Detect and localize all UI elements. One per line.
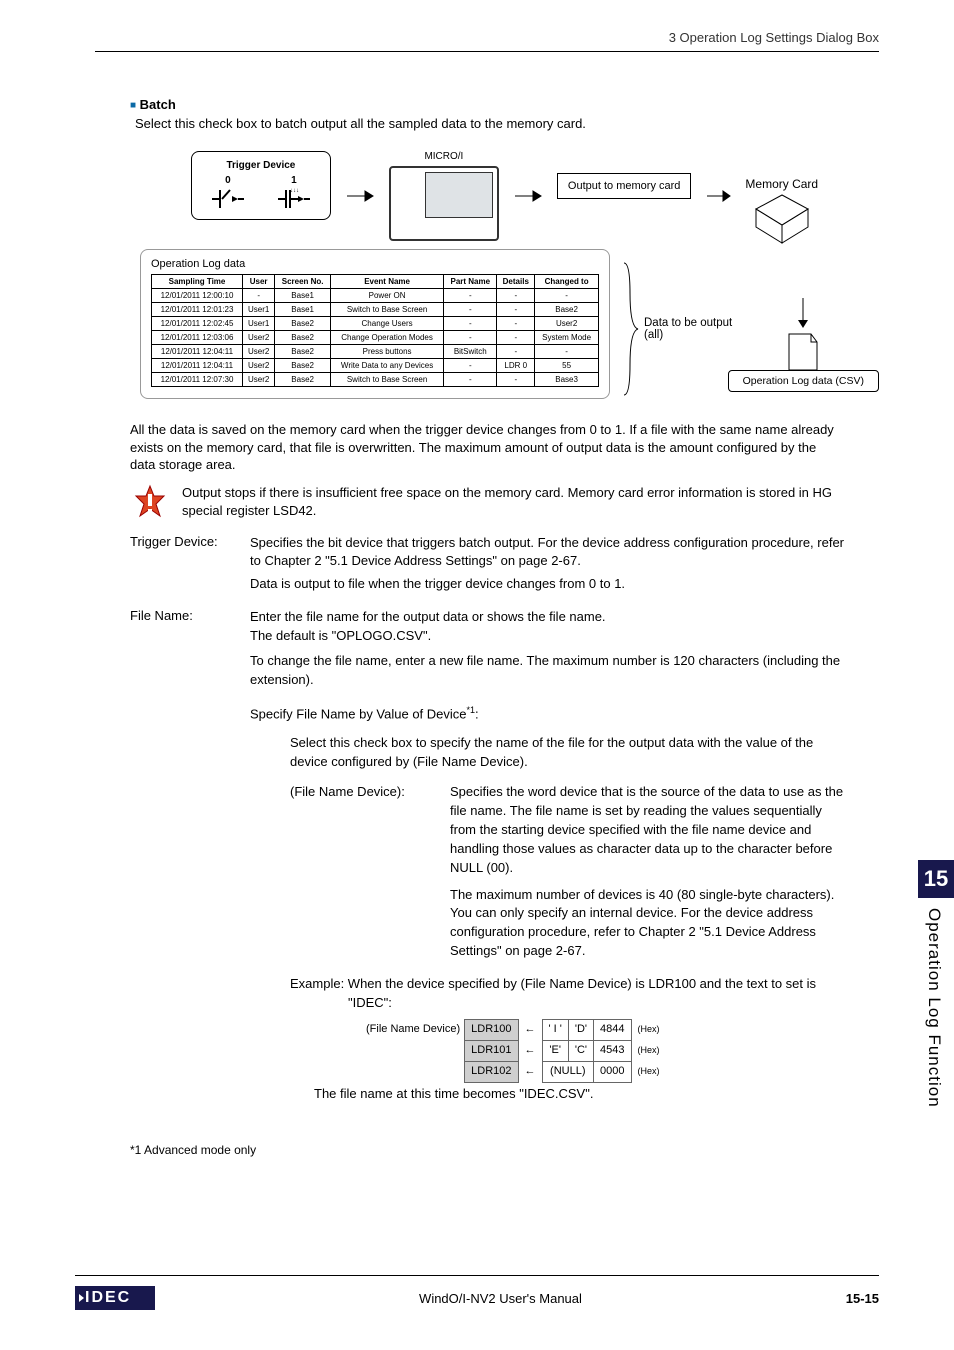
file-name-label: File Name: (130, 608, 250, 1103)
page-header: 3 Operation Log Settings Dialog Box (95, 30, 879, 52)
table-header: Part Name (444, 275, 497, 289)
brace-icon (620, 259, 640, 399)
arrow-icon (345, 151, 375, 241)
table-header: Sampling Time (152, 275, 243, 289)
table-row: LDR102←(NULL)0000(Hex) (360, 1061, 666, 1082)
hex-table: (File Name Device)LDR100←' I ''D'4844(He… (360, 1019, 666, 1083)
csv-box: Operation Log data (CSV) (728, 370, 879, 392)
memory-card-label: Memory Card (745, 177, 818, 191)
table-row: 12/01/2011 12:02:45User1Base2Change User… (152, 317, 599, 331)
idec-logo: IDEC (75, 1286, 155, 1310)
file-name-device-label: (File Name Device): (290, 783, 450, 961)
table-row: 12/01/2011 12:04:11User2Base2Press butto… (152, 345, 599, 359)
file-name-device-body2: The maximum number of devices is 40 (80 … (450, 886, 844, 961)
trigger-device-title: Trigger Device (210, 160, 312, 171)
memory-card-icon (750, 191, 814, 251)
batch-heading: ■ Batch (130, 97, 879, 112)
specify-by-device-head: Specify File Name by Value of Device (250, 706, 467, 721)
arrow-icon (705, 151, 731, 241)
document-icon (783, 330, 823, 374)
table-row: 12/01/2011 12:00:10-Base1Power ON--- (152, 289, 599, 303)
side-chapter-num: 15 (918, 860, 954, 898)
log-table: Sampling TimeUserScreen No.Event NamePar… (151, 274, 599, 387)
footnote-ref: *1 (467, 705, 476, 715)
diagram: Trigger Device 0 1 ↓↓↓ MICRO/I (95, 151, 879, 399)
table-header: User (243, 275, 275, 289)
colon: : (475, 706, 479, 721)
data-output-label: Data to be output (all) (644, 317, 734, 341)
table-row: LDR101←'E''C'4543(Hex) (360, 1040, 666, 1061)
svg-text:↓↓↓: ↓↓↓ (290, 188, 299, 194)
trigger-device-desc1: Specifies the bit device that triggers b… (250, 534, 844, 572)
table-row: 12/01/2011 12:01:23User1Base1Switch to B… (152, 303, 599, 317)
example-heading: Example: When the device specified by (F… (308, 975, 844, 1013)
file-name-desc1: Enter the file name for the output data … (250, 608, 844, 627)
table-row: 12/01/2011 12:07:30User2Base2Switch to B… (152, 373, 599, 387)
file-name-desc2: The default is "OPLOGO.CSV". (250, 627, 844, 646)
table-row: 12/01/2011 12:03:06User2Base2Change Oper… (152, 331, 599, 345)
side-chapter-text: Operation Log Function (918, 898, 950, 1118)
note-text: Output stops if there is insufficient fr… (182, 484, 844, 520)
batch-heading-text: Batch (140, 97, 176, 112)
table-header: Changed to (535, 275, 599, 289)
footnote: *1 Advanced mode only (130, 1143, 879, 1157)
table-header: Event Name (330, 275, 443, 289)
arrow-icon (513, 151, 543, 241)
switch-closed-icon: ↓↓↓ (276, 186, 312, 212)
arrow-down-icon (795, 296, 811, 330)
table-row: (File Name Device)LDR100←' I ''D'4844(He… (360, 1019, 666, 1040)
output-to-card-box: Output to memory card (557, 173, 692, 199)
table-header: Details (497, 275, 535, 289)
trigger-one: 1 (276, 175, 312, 186)
paragraph: All the data is saved on the memory card… (130, 421, 844, 474)
file-name-device-body1: Specifies the word device that is the so… (450, 783, 844, 877)
switch-open-icon (210, 186, 246, 212)
specify-by-device-body: Select this check box to specify the nam… (290, 734, 844, 772)
batch-intro: Select this check box to batch output al… (135, 116, 879, 131)
trigger-zero: 0 (210, 175, 246, 186)
table-row: 12/01/2011 12:04:11User2Base2Write Data … (152, 359, 599, 373)
table-header: Screen No. (275, 275, 331, 289)
microi-device-icon (389, 166, 499, 241)
log-title: Operation Log data (151, 258, 599, 270)
trigger-device-label: Trigger Device: (130, 534, 250, 595)
file-name-desc3: To change the file name, enter a new fil… (250, 652, 844, 690)
trigger-device-box: Trigger Device 0 1 ↓↓↓ (191, 151, 331, 220)
page-number: 15-15 (846, 1291, 879, 1306)
operation-log-panel: Operation Log data Sampling TimeUserScre… (140, 249, 610, 399)
microi-label: MICRO/I (389, 151, 499, 162)
side-tab: 15 Operation Log Function (918, 860, 954, 1118)
example-foot: The file name at this time becomes "IDEC… (314, 1085, 844, 1104)
footer-title: WindO/I-NV2 User's Manual (419, 1291, 582, 1306)
trigger-device-desc2: Data is output to file when the trigger … (250, 575, 844, 594)
warning-icon (130, 484, 170, 524)
